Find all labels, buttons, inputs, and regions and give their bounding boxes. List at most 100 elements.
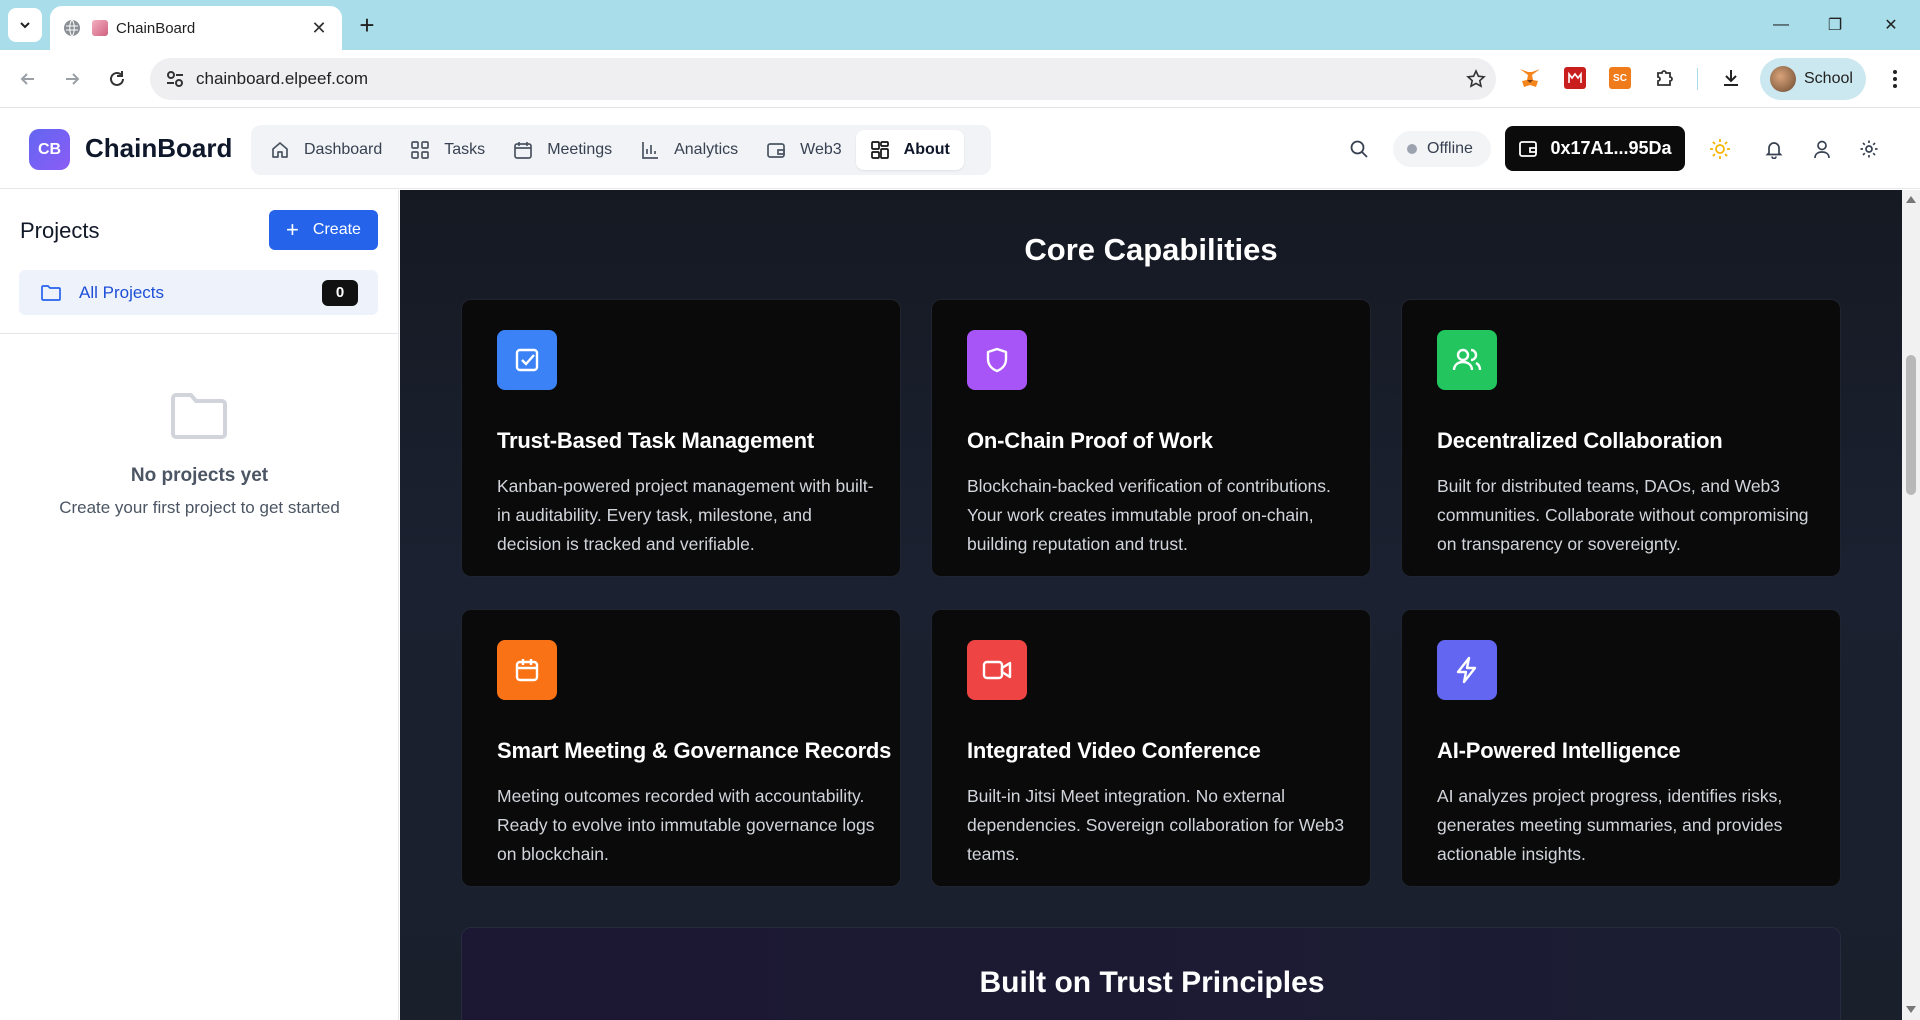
brand-name[interactable]: ChainBoard: [85, 133, 232, 164]
main-nav: Dashboard Tasks Meetings Analytics Web3 …: [251, 125, 991, 175]
shield-icon: [967, 330, 1027, 390]
new-tab-button[interactable]: +: [352, 10, 382, 40]
layout-icon: [870, 141, 889, 159]
bookmark-star-icon[interactable]: [1456, 69, 1496, 89]
theme-toggle-sun-icon[interactable]: [1703, 132, 1737, 166]
check-square-icon: [497, 330, 557, 390]
calendar-icon: [514, 142, 533, 159]
card-description: Blockchain-backed verification of contri…: [967, 476, 1331, 554]
grid-icon: [411, 141, 430, 159]
browser-menu-icon[interactable]: [1880, 63, 1910, 95]
profile-button[interactable]: School: [1760, 58, 1866, 100]
video-icon: [967, 640, 1027, 700]
capability-card-meeting-records: Smart Meeting & Governance Records Meeti…: [461, 609, 901, 887]
restore-button[interactable]: ❐: [1806, 0, 1864, 50]
nav-label: About: [903, 141, 950, 158]
nav-meetings[interactable]: Meetings: [499, 130, 626, 170]
nav-label: Meetings: [547, 141, 613, 158]
empty-state-title: No projects yet: [130, 465, 269, 486]
forward-button[interactable]: [56, 63, 88, 95]
app-header: CB ChainBoard Dashboard Tasks Meetings A…: [0, 109, 1920, 189]
wallet-button[interactable]: 0x17A1...95Da: [1505, 126, 1685, 171]
scroll-down-icon[interactable]: [1906, 1006, 1916, 1013]
card-description: Built for distributed teams, DAOs, and W…: [1437, 476, 1809, 554]
principles-title: Built on Trust Principles: [979, 966, 1325, 999]
nav-label: Web3: [800, 141, 842, 158]
scroll-up-icon[interactable]: [1906, 196, 1916, 203]
tab-search-button[interactable]: [8, 8, 42, 42]
nav-tasks[interactable]: Tasks: [396, 130, 499, 170]
nav-analytics[interactable]: Analytics: [626, 130, 752, 170]
sidebar-divider: [0, 333, 399, 334]
wallet-icon: [767, 143, 785, 158]
address-bar[interactable]: chainboard.elpeef.com: [150, 58, 1496, 100]
status-label: Offline: [1427, 140, 1473, 157]
gear-icon[interactable]: [1852, 132, 1886, 166]
browser-tab-bar: ChainBoard ✕ + — ❐ ✕: [0, 0, 1920, 50]
site-settings-icon[interactable]: [164, 68, 186, 90]
connection-status-badge: Offline: [1393, 131, 1491, 167]
capability-card-proof-of-work: On-Chain Proof of Work Blockchain-backed…: [931, 299, 1371, 577]
create-label: Create: [312, 221, 361, 238]
user-icon[interactable]: [1805, 132, 1839, 166]
card-description: Built-in Jitsi Meet integration. No exte…: [967, 786, 1345, 864]
browser-tab[interactable]: ChainBoard ✕: [50, 6, 342, 50]
create-project-button[interactable]: + Create: [269, 210, 378, 250]
reload-button[interactable]: [101, 63, 133, 95]
main-scrollbar[interactable]: [1902, 190, 1920, 1020]
back-button[interactable]: [12, 63, 44, 95]
reload-icon: [110, 71, 124, 86]
capability-card-decentralized-collaboration: Decentralized Collaboration Built for di…: [1401, 299, 1841, 577]
home-icon: [272, 142, 288, 158]
toolbar-divider: [1697, 68, 1698, 90]
project-count-badge: 0: [322, 279, 358, 306]
nav-label: Tasks: [444, 141, 486, 158]
capability-card-video-conference: Integrated Video Conference Built-in Jit…: [931, 609, 1371, 887]
metamask-extension-icon[interactable]: [1515, 63, 1545, 93]
status-dot: [1407, 144, 1417, 154]
capability-card-task-management: Trust-Based Task Management Kanban-power…: [461, 299, 901, 577]
trust-principles-section: Built on Trust Principles: [461, 927, 1841, 1020]
red-extension-icon[interactable]: [1560, 63, 1590, 93]
close-window-button[interactable]: ✕: [1862, 0, 1920, 50]
scrollbar-thumb[interactable]: [1906, 355, 1916, 495]
card-title: Decentralized Collaboration: [1437, 428, 1723, 453]
card-title: AI-Powered Intelligence: [1437, 738, 1681, 763]
card-description: AI analyzes project progress, identifies…: [1437, 786, 1783, 864]
nav-label: Dashboard: [304, 141, 383, 158]
sc-extension-icon[interactable]: SC: [1605, 63, 1635, 93]
search-icon[interactable]: [1342, 132, 1376, 166]
arrow-right-icon: [66, 73, 80, 85]
card-title: On-Chain Proof of Work: [967, 428, 1213, 453]
downloads-icon[interactable]: [1716, 63, 1746, 93]
tab-title: ChainBoard: [116, 19, 196, 37]
close-tab-icon[interactable]: ✕: [308, 18, 330, 39]
minimize-button[interactable]: —: [1752, 0, 1810, 50]
card-description: Kanban-powered project management with b…: [497, 476, 874, 554]
globe-icon: [64, 19, 80, 37]
card-title: Trust-Based Task Management: [497, 428, 814, 453]
nav-label: Analytics: [674, 141, 739, 158]
card-title: Smart Meeting & Governance Records: [497, 738, 892, 763]
wallet-address: 0x17A1...95Da: [1550, 138, 1672, 158]
card-description: Meeting outcomes recorded with accountab…: [497, 786, 875, 864]
nav-dashboard[interactable]: Dashboard: [256, 130, 396, 170]
nav-web3[interactable]: Web3: [752, 130, 856, 170]
users-icon: [1437, 330, 1497, 390]
nav-about[interactable]: About: [855, 130, 964, 170]
arrow-left-icon: [20, 73, 34, 85]
sidebar-item-all-projects[interactable]: All Projects 0: [19, 270, 378, 315]
folder-icon: [41, 284, 61, 301]
profile-name: School: [1804, 70, 1853, 87]
card-title: Integrated Video Conference: [967, 738, 1261, 763]
sidebar-title: Projects: [20, 218, 100, 243]
empty-state-subtitle: Create your first project to get started: [59, 498, 340, 517]
bell-icon[interactable]: [1757, 132, 1791, 166]
app-logo[interactable]: CB: [29, 129, 70, 170]
empty-folder-icon: [171, 393, 227, 439]
bar-chart-icon: [642, 142, 659, 159]
extensions-puzzle-icon[interactable]: [1650, 63, 1680, 93]
about-main-content: Core Capabilities Trust-Based Task Manag…: [400, 190, 1902, 1020]
section-title: Core Capabilities: [1024, 232, 1278, 267]
capability-card-ai-intelligence: AI-Powered Intelligence AI analyzes proj…: [1401, 609, 1841, 887]
